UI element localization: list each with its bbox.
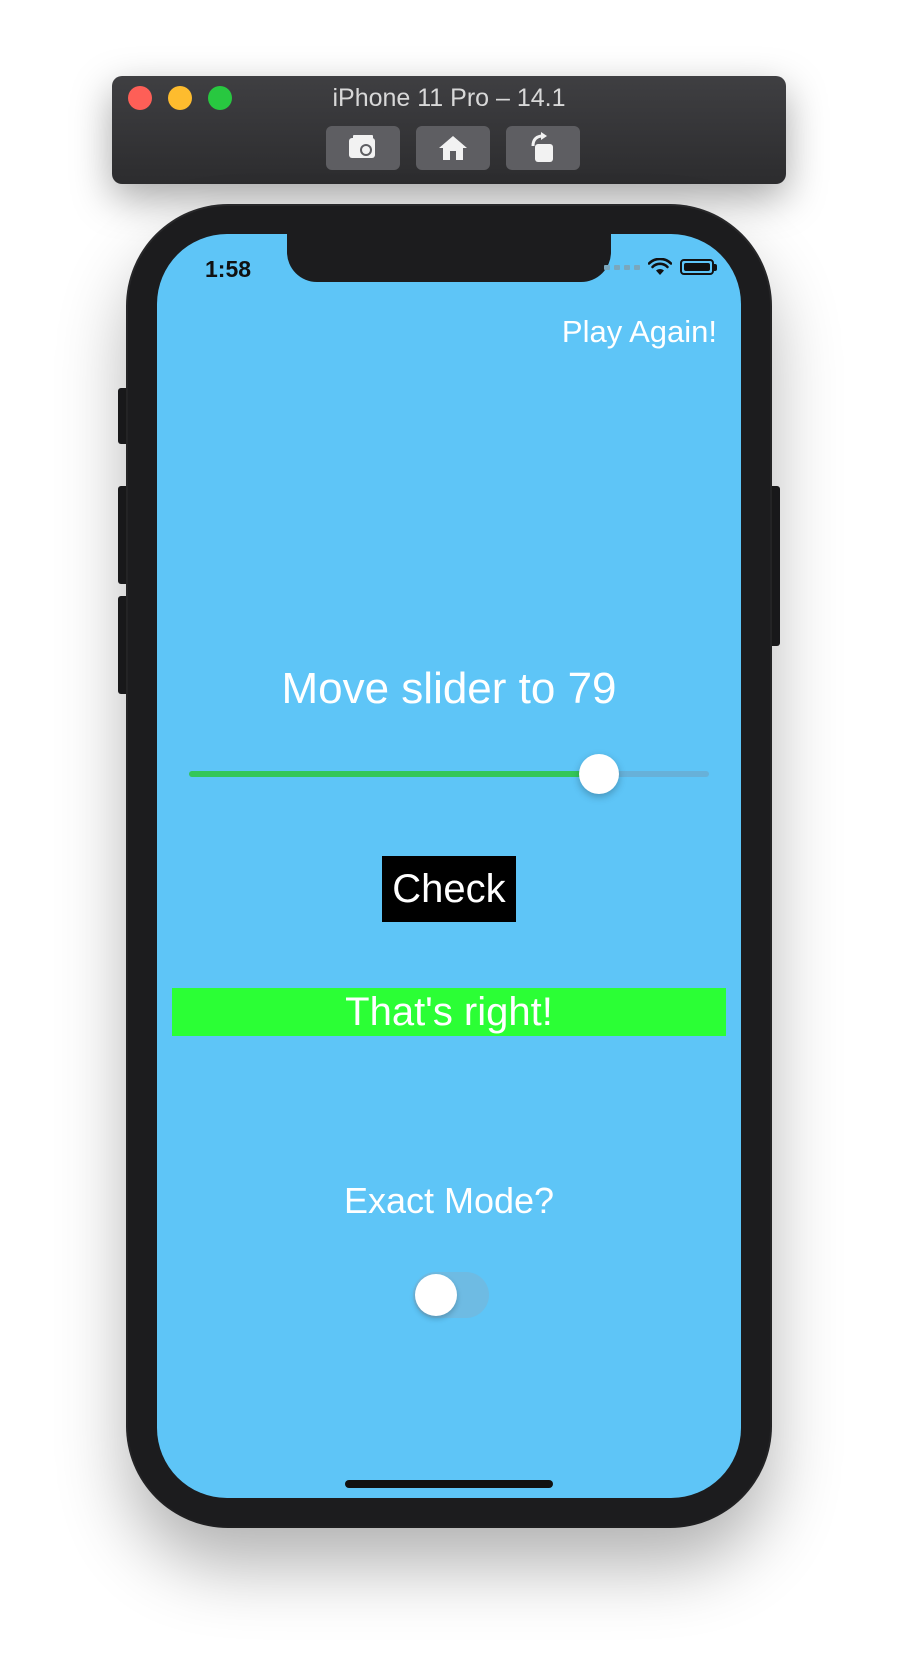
notch: [287, 234, 611, 282]
signal-icon: [604, 264, 640, 270]
home-indicator[interactable]: [345, 1480, 553, 1488]
screenshot-button[interactable]: [326, 126, 400, 170]
slider-fill: [189, 771, 599, 777]
simulator-window: iPhone 11 Pro – 14.1: [112, 76, 786, 184]
status-time: 1:58: [205, 256, 252, 282]
home-icon: [439, 136, 467, 160]
app-screen: 1:58 Play Again! Move slider to 79 Check…: [157, 234, 741, 1498]
battery-icon: [680, 259, 717, 275]
home-button[interactable]: [416, 126, 490, 170]
status-icons: [604, 258, 717, 276]
exact-mode-label: Exact Mode?: [343, 1180, 555, 1221]
slider-thumb[interactable]: [578, 754, 619, 794]
screenshot-icon: [349, 135, 375, 158]
value-slider[interactable]: [189, 754, 709, 794]
wifi-icon: [648, 258, 672, 275]
check-button[interactable]: Check: [382, 856, 516, 922]
exact-mode-toggle[interactable]: [413, 1272, 489, 1318]
result-banner: That's right!: [172, 988, 726, 1036]
rotate-button[interactable]: [506, 126, 580, 170]
simulator-title: iPhone 11 Pro – 14.1: [332, 84, 566, 112]
rotate-icon: [531, 132, 553, 162]
toggle-knob: [415, 1274, 457, 1316]
target-prompt: Move slider to 79: [281, 664, 617, 713]
play-again-button[interactable]: Play Again!: [562, 314, 717, 350]
